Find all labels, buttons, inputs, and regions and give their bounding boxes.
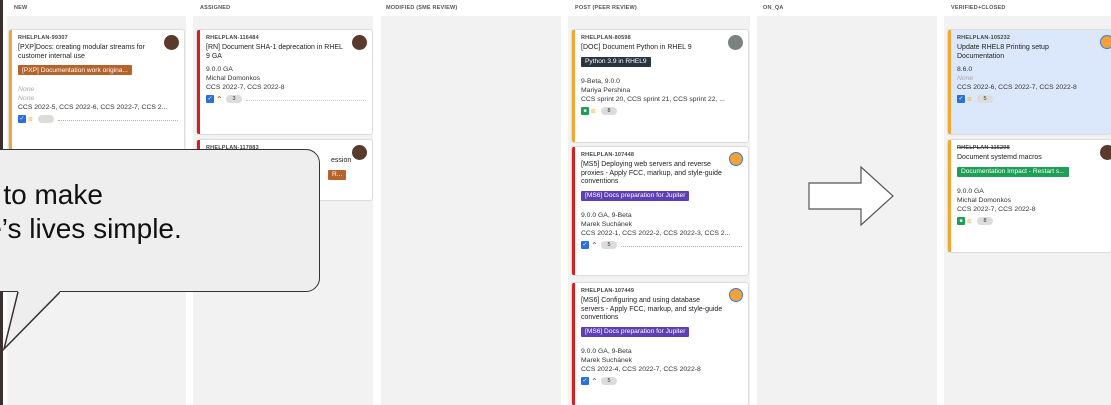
assignee-avatar[interactable] bbox=[1100, 35, 1111, 49]
assignee-avatar[interactable] bbox=[1100, 145, 1111, 160]
story-points-badge: 8 bbox=[601, 106, 617, 115]
card-label[interactable]: R... bbox=[328, 169, 347, 180]
card-assignee: Marek Suchánek bbox=[581, 356, 633, 364]
right-arrow-icon bbox=[808, 165, 894, 227]
card-assignee: Marek Suchánek bbox=[581, 220, 633, 228]
card-assignee: None bbox=[957, 75, 974, 82]
story-type-icon: ■ bbox=[957, 216, 965, 225]
priority-medium-icon: = bbox=[591, 106, 596, 116]
card-id: RHELPLAN-80598 bbox=[581, 35, 631, 41]
task-type-icon: ✓ bbox=[581, 240, 589, 249]
card-rhelplan-107449[interactable]: RHELPLAN-107449 [MS6] Configuring and us… bbox=[572, 283, 748, 405]
card-label[interactable]: [MS6] Docs preparation for Jupiter bbox=[581, 326, 690, 337]
assignee-avatar[interactable] bbox=[164, 35, 179, 50]
card-sprints: CCS 2022-7, CCS 2022-8 bbox=[206, 84, 285, 91]
card-release: 9.0.0 GA, 9-Beta bbox=[581, 347, 632, 355]
speech-bubble-text: e to make le’s lives simple. bbox=[0, 179, 182, 244]
card-id: RHELPLAN-107448 bbox=[581, 152, 635, 158]
card-title: [MS6] Configuring and using database ser… bbox=[581, 297, 723, 321]
card-sprints: CCS 2022-7, CCS 2022-8 bbox=[957, 205, 1036, 213]
assignee-avatar[interactable] bbox=[352, 145, 367, 160]
card-title: [RN] Document SHA-1 deprecation in RHEL … bbox=[206, 44, 343, 60]
card-id: RHELPLAN-116484 bbox=[206, 35, 259, 41]
card-rhelplan-80598[interactable]: RHELPLAN-80598 [DOC] Document Python in … bbox=[572, 30, 748, 142]
card-title: [DOC] Document Python in RHEL 9 bbox=[581, 44, 692, 51]
card-release: 8.6.0 bbox=[957, 66, 973, 73]
card-label[interactable]: Documentation Impact - Restart s... bbox=[957, 166, 1069, 177]
priority-high-icon: ⌃ bbox=[591, 376, 598, 386]
card-rhelplan-116484[interactable]: RHELPLAN-116484 [RN] Document SHA-1 depr… bbox=[197, 30, 372, 134]
priority-medium-icon: = bbox=[967, 95, 972, 104]
card-title: [MS5] Deploying web servers and reverse … bbox=[581, 161, 722, 185]
card-title: Update RHEL8 Printing setup Documentatio… bbox=[957, 44, 1049, 60]
card-assignee: Mariya Pershina bbox=[581, 86, 631, 94]
column-header-modified: MODIFIED (SME REVIEW) bbox=[386, 5, 458, 11]
story-points-badge: 8 bbox=[977, 216, 993, 225]
speech-bubble-tail bbox=[2, 291, 60, 351]
column-header-new: NEW bbox=[14, 5, 28, 11]
card-rhelplan-99307[interactable]: RHELPLAN-99307 [PXP]Docs: creating modul… bbox=[9, 30, 184, 150]
card-title: Document systemd macros bbox=[957, 154, 1042, 161]
task-type-icon: ✓ bbox=[581, 376, 589, 385]
card-label[interactable]: [MS6] Docs preparation for Jupiter bbox=[581, 190, 690, 201]
card-sprints: CCS sprint 20, CCS sprint 21, CCS sprint… bbox=[581, 95, 725, 103]
card-sprints: CCS 2022-6, CCS 2022-7, CCS 2022-8 bbox=[957, 84, 1077, 91]
priority-medium-icon: = bbox=[28, 115, 33, 124]
story-points-badge: 5 bbox=[977, 95, 993, 103]
progress-dots bbox=[58, 120, 178, 121]
card-sprints: CCS 2022-1, CCS 2022-2, CCS 2022-3, CCS … bbox=[581, 229, 731, 237]
task-type-icon: ✓ bbox=[206, 95, 214, 103]
card-title: [PXP]Docs: creating modular streams for … bbox=[18, 44, 145, 60]
card-assignee: Michal Domonkos bbox=[206, 75, 261, 82]
column-header-on-qa: ON_QA bbox=[763, 5, 784, 11]
card-release: 9.0.0 GA, 9-Beta bbox=[581, 211, 632, 219]
story-points-badge bbox=[38, 115, 54, 123]
card-sprints: CCS 2022-5, CCS 2022-6, CCS 2022-7, CCS … bbox=[18, 104, 168, 111]
card-label[interactable]: Python 3.9 in RHEL9 bbox=[581, 56, 651, 67]
card-id: RHELPLAN-115298 bbox=[957, 145, 1010, 151]
card-release: None bbox=[18, 86, 35, 93]
card-assignee: None bbox=[18, 95, 35, 102]
story-points-badge: 3 bbox=[226, 95, 242, 103]
story-points-badge: 5 bbox=[601, 240, 617, 249]
assignee-avatar[interactable] bbox=[729, 152, 743, 166]
priority-high-icon: ⌃ bbox=[591, 240, 598, 250]
card-release: 9.0.0 GA bbox=[957, 187, 984, 195]
card-id: RHELPLAN-107449 bbox=[581, 288, 635, 294]
column-modified bbox=[381, 16, 561, 405]
assignee-avatar[interactable] bbox=[729, 288, 743, 302]
story-type-icon: ■ bbox=[581, 106, 589, 115]
card-release: 9.0.0 GA bbox=[206, 66, 233, 73]
task-type-icon: ✓ bbox=[957, 95, 965, 103]
card-rhelplan-105232[interactable]: RHELPLAN-105232 Update RHEL8 Printing se… bbox=[948, 30, 1111, 134]
column-header-post: POST (PEER REVIEW) bbox=[575, 5, 637, 11]
column-header-verified: VERIFIED+CLOSED bbox=[951, 5, 1006, 11]
task-type-icon: ✓ bbox=[18, 115, 26, 123]
assignee-avatar[interactable] bbox=[352, 35, 367, 50]
progress-dots bbox=[246, 100, 366, 101]
column-header-assigned: ASSIGNED bbox=[200, 5, 231, 11]
card-rhelplan-115298[interactable]: RHELPLAN-115298 Document systemd macros … bbox=[948, 140, 1111, 252]
priority-high-icon: ⌃ bbox=[216, 95, 223, 104]
card-label[interactable]: [PXP] Documentation work origina... bbox=[18, 65, 132, 75]
story-points-badge: 5 bbox=[601, 376, 617, 385]
card-id: RHELPLAN-99307 bbox=[18, 35, 68, 41]
progress-dots bbox=[621, 245, 742, 247]
priority-medium-icon: = bbox=[967, 216, 972, 226]
card-release: 9-Beta, 9.0.0 bbox=[581, 77, 620, 85]
card-id: RHELPLAN-105232 bbox=[957, 35, 1011, 41]
card-rhelplan-107448[interactable]: RHELPLAN-107448 [MS5] Deploying web serv… bbox=[572, 147, 748, 275]
assignee-avatar[interactable] bbox=[728, 35, 743, 50]
card-assignee: Michal Domonkos bbox=[957, 196, 1012, 204]
card-sprints: CCS 2022-4, CCS 2022-7, CCS 2022-8 bbox=[581, 365, 701, 373]
